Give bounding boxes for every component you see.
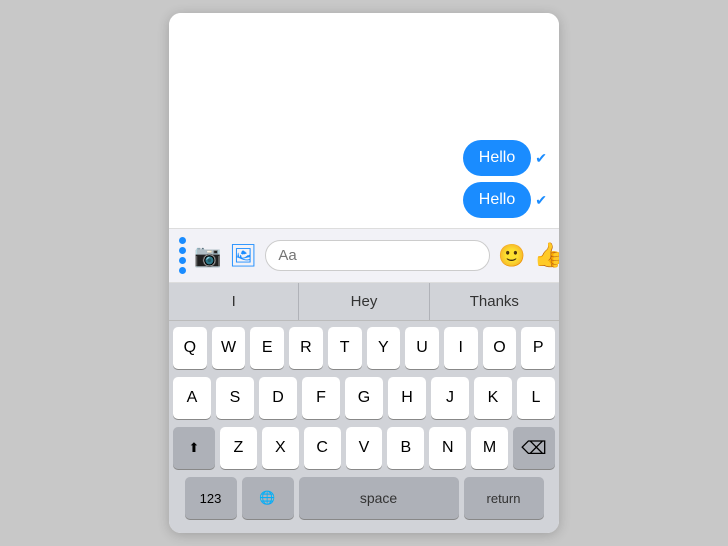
key-m[interactable]: M — [471, 427, 508, 469]
key-i[interactable]: I — [444, 327, 478, 369]
key-x[interactable]: X — [262, 427, 299, 469]
key-row-3: ⬆ Z X C V B N M ⌫ — [173, 427, 555, 469]
key-l[interactable]: L — [517, 377, 555, 419]
key-o[interactable]: O — [483, 327, 517, 369]
key-h[interactable]: H — [388, 377, 426, 419]
key-return[interactable]: return — [464, 477, 544, 519]
key-s[interactable]: S — [216, 377, 254, 419]
bottom-bar — [169, 523, 559, 533]
key-z[interactable]: Z — [220, 427, 257, 469]
key-d[interactable]: D — [259, 377, 297, 419]
like-button[interactable]: 👍 — [534, 241, 559, 270]
key-a[interactable]: A — [173, 377, 211, 419]
key-row-bottom: 123 🌐 space return — [173, 477, 555, 519]
message-toolbar: 📷 🖼 🙂 👍 — [169, 228, 559, 283]
key-t[interactable]: T — [328, 327, 362, 369]
autocomplete-hey[interactable]: Hey — [299, 283, 429, 320]
key-n[interactable]: N — [429, 427, 466, 469]
key-y[interactable]: Y — [367, 327, 401, 369]
key-q[interactable]: Q — [173, 327, 207, 369]
more-options-icon[interactable] — [179, 237, 186, 274]
phone-container: Hello ✔ Hello ✔ 📷 🖼 🙂 👍 I Hey Thanks — [169, 13, 559, 533]
key-delete[interactable]: ⌫ — [513, 427, 555, 469]
message-row-1: Hello ✔ — [181, 140, 547, 176]
key-b[interactable]: B — [387, 427, 424, 469]
read-check-icon-2: ✔ — [535, 192, 547, 209]
key-u[interactable]: U — [405, 327, 439, 369]
key-row-2: A S D F G H J K L — [173, 377, 555, 419]
photo-icon[interactable]: 🖼 — [229, 243, 257, 269]
autocomplete-thanks[interactable]: Thanks — [430, 283, 559, 320]
camera-icon[interactable]: 📷 — [194, 243, 221, 269]
keyboard: Q W E R T Y U I O P A S D F G H J K L ⬆ … — [169, 321, 559, 523]
key-space[interactable]: space — [299, 477, 459, 519]
read-check-icon-1: ✔ — [535, 150, 547, 167]
key-j[interactable]: J — [431, 377, 469, 419]
message-row-2: Hello ✔ — [181, 182, 547, 218]
emoji-icon[interactable]: 🙂 — [498, 243, 525, 269]
key-p[interactable]: P — [521, 327, 555, 369]
key-k[interactable]: K — [474, 377, 512, 419]
chat-area: Hello ✔ Hello ✔ — [169, 13, 559, 228]
message-bubble-2: Hello — [463, 182, 531, 218]
autocomplete-i[interactable]: I — [169, 283, 299, 320]
key-w[interactable]: W — [212, 327, 246, 369]
message-input[interactable] — [265, 240, 490, 271]
key-r[interactable]: R — [289, 327, 323, 369]
autocomplete-bar: I Hey Thanks — [169, 283, 559, 321]
key-emoji[interactable]: 🌐 — [242, 477, 294, 519]
message-bubble-1: Hello — [463, 140, 531, 176]
key-f[interactable]: F — [302, 377, 340, 419]
key-123[interactable]: 123 — [185, 477, 237, 519]
key-v[interactable]: V — [346, 427, 383, 469]
key-row-1: Q W E R T Y U I O P — [173, 327, 555, 369]
key-g[interactable]: G — [345, 377, 383, 419]
key-shift[interactable]: ⬆ — [173, 427, 215, 469]
key-c[interactable]: C — [304, 427, 341, 469]
key-e[interactable]: E — [250, 327, 284, 369]
